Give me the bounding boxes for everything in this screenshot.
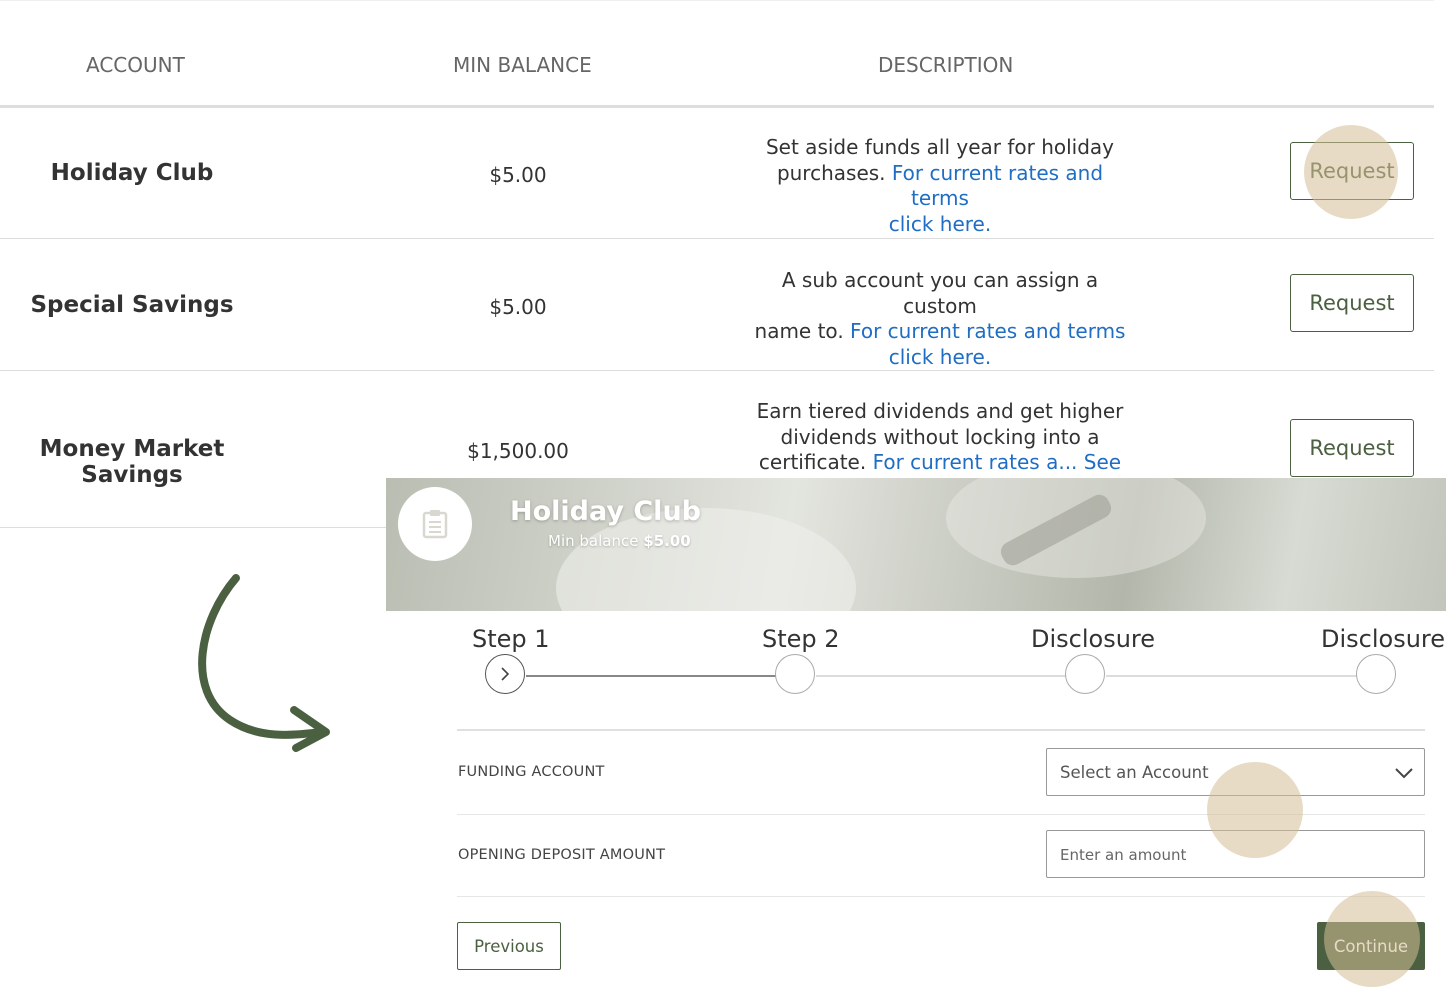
rates-link[interactable]: For current rates and terms xyxy=(892,161,1103,211)
account-description: Set aside funds all year for holiday pur… xyxy=(765,135,1115,236)
opening-deposit-placeholder: Enter an amount xyxy=(1060,846,1187,864)
step-label-2: Step 2 xyxy=(762,625,840,653)
step-circle-3 xyxy=(1065,654,1105,694)
step-connector xyxy=(526,675,776,677)
chevron-down-icon xyxy=(1395,768,1413,779)
account-name: Money Market Savings xyxy=(39,436,225,488)
step-circle-2 xyxy=(775,654,815,694)
min-balance: $5.00 xyxy=(489,163,547,187)
rates-link[interactable]: For current rates a... See xyxy=(873,450,1122,474)
funding-account-select[interactable]: Select an Account xyxy=(1046,748,1425,796)
funding-account-value: Select an Account xyxy=(1060,763,1209,782)
header-min-balance: MIN BALANCE xyxy=(453,53,592,77)
table-row: Special Savings $5.00 A sub account you … xyxy=(0,239,1434,371)
step-label-3: Disclosure xyxy=(1031,625,1156,653)
table-header: ACCOUNT MIN BALANCE DESCRIPTION xyxy=(0,0,1434,108)
request-button[interactable]: Request xyxy=(1290,142,1414,200)
modal-banner: Holiday Club Min balance $5.00 xyxy=(386,478,1446,611)
divider xyxy=(457,896,1425,897)
request-button[interactable]: Request xyxy=(1290,274,1414,332)
step-circle-1[interactable] xyxy=(485,654,525,694)
rates-link[interactable]: For current rates and terms xyxy=(850,319,1125,343)
request-modal: Holiday Club Min balance $5.00 Step 1 St… xyxy=(386,478,1446,987)
account-description: Earn tiered dividends and get higher div… xyxy=(756,399,1124,474)
account-name: Holiday Club xyxy=(50,160,214,186)
min-balance: $5.00 xyxy=(489,295,547,319)
step-label-1: Step 1 xyxy=(472,625,550,653)
chevron-right-icon xyxy=(501,667,510,681)
request-button[interactable]: Request xyxy=(1290,419,1414,477)
header-description: DESCRIPTION xyxy=(878,53,1014,77)
opening-deposit-label: OPENING DEPOSIT AMOUNT xyxy=(458,847,666,863)
account-name: Special Savings xyxy=(30,292,234,318)
previous-button[interactable]: Previous xyxy=(457,922,561,970)
step-connector xyxy=(1106,675,1357,677)
min-balance: $1,500.00 xyxy=(467,439,569,463)
funding-account-label: FUNDING ACCOUNT xyxy=(458,764,605,780)
opening-deposit-input[interactable]: Enter an amount xyxy=(1046,830,1425,878)
divider xyxy=(457,814,1425,815)
logo-badge xyxy=(398,487,472,561)
account-description: A sub account you can assign a custom na… xyxy=(754,268,1126,369)
continue-button[interactable]: Continue xyxy=(1317,922,1425,970)
divider xyxy=(457,729,1425,731)
clipboard-icon xyxy=(422,510,448,539)
modal-title: Holiday Club xyxy=(510,496,701,527)
step-connector xyxy=(816,675,1066,677)
curved-arrow-icon xyxy=(198,574,330,752)
header-account: ACCOUNT xyxy=(86,53,185,77)
step-label-4: Disclosure xyxy=(1321,625,1446,653)
click-here-link[interactable]: click here. xyxy=(889,345,991,369)
modal-subtitle: Min balance $5.00 xyxy=(548,532,691,550)
table-row: Holiday Club $5.00 Set aside funds all y… xyxy=(0,107,1434,239)
click-here-link[interactable]: click here. xyxy=(889,212,991,236)
step-circle-4 xyxy=(1356,654,1396,694)
